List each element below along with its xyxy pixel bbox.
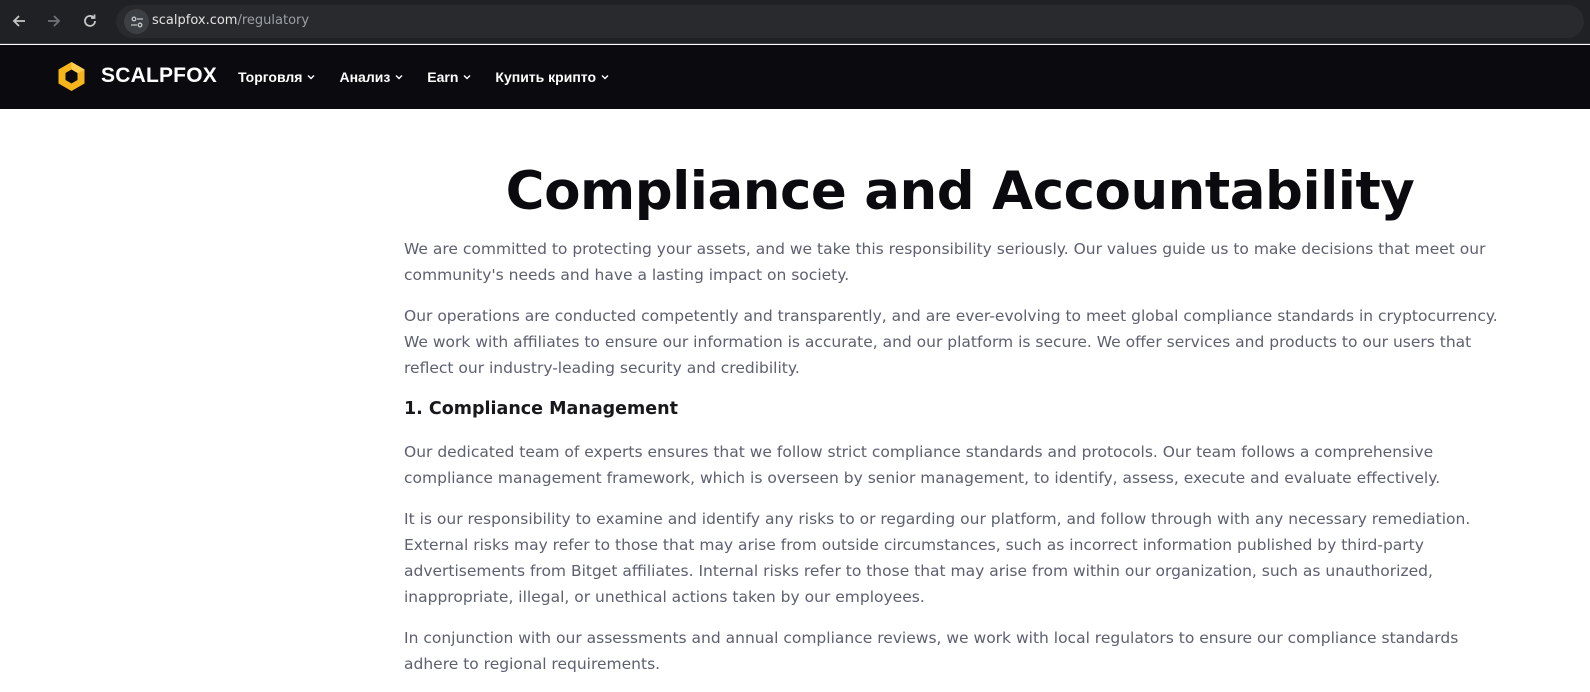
nav-item-label: Купить крипто bbox=[495, 69, 596, 85]
section-paragraph: It is our responsibility to examine and … bbox=[404, 510, 1471, 606]
url-text[interactable]: scalpfox.com/regulatory bbox=[152, 13, 309, 28]
reload-icon[interactable] bbox=[77, 8, 103, 34]
url-host: scalpfox.com bbox=[152, 13, 238, 28]
address-bar[interactable]: scalpfox.com/regulatory bbox=[116, 5, 1584, 38]
logo-text[interactable]: SCALPFOX bbox=[101, 64, 217, 88]
main-nav: Торговля Анализ Earn Купить крипто bbox=[238, 69, 609, 85]
back-icon[interactable] bbox=[6, 8, 32, 34]
browser-toolbar: scalpfox.com/regulatory bbox=[0, 0, 1590, 44]
forward-icon[interactable] bbox=[41, 8, 67, 34]
page-title: Compliance and Accountability bbox=[505, 161, 1415, 222]
nav-item-buy-crypto[interactable]: Купить крипто bbox=[495, 69, 609, 85]
nav-item-trading[interactable]: Торговля bbox=[238, 69, 315, 85]
chevron-down-icon bbox=[601, 75, 609, 80]
intro-paragraph: We are committed to protecting your asse… bbox=[404, 240, 1486, 284]
nav-item-label: Анализ bbox=[339, 69, 391, 85]
nav-item-label: Earn bbox=[427, 69, 459, 85]
site-settings-icon[interactable] bbox=[124, 9, 149, 34]
url-path: /regulatory bbox=[237, 13, 310, 28]
section-paragraph: In conjunction with our assessments and … bbox=[404, 629, 1459, 673]
main-content: Compliance and Accountability We are com… bbox=[404, 156, 1504, 677]
section-paragraph: Our dedicated team of experts ensures th… bbox=[404, 443, 1441, 487]
chevron-down-icon bbox=[395, 75, 403, 80]
site-header: SCALPFOX Торговля Анализ Earn Купить кри… bbox=[0, 45, 1590, 109]
nav-item-earn[interactable]: Earn bbox=[427, 69, 471, 85]
intro-paragraph: Our operations are conducted competently… bbox=[404, 307, 1498, 377]
chevron-down-icon bbox=[463, 75, 471, 80]
logo-hexagon-icon[interactable] bbox=[57, 61, 86, 92]
section-heading: 1. Compliance Management bbox=[404, 399, 678, 419]
nav-item-analysis[interactable]: Анализ bbox=[339, 69, 403, 85]
chevron-down-icon bbox=[307, 75, 315, 80]
nav-item-label: Торговля bbox=[238, 69, 303, 85]
